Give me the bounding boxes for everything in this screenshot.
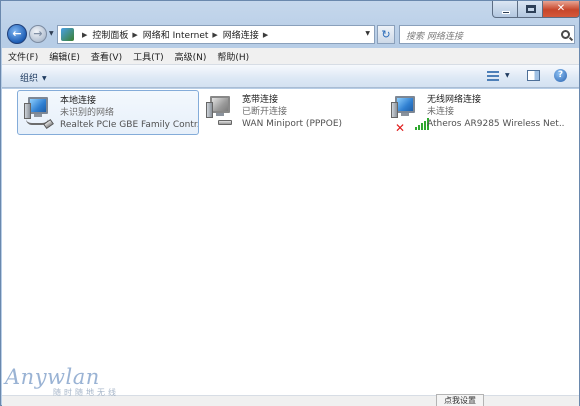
maximize-button[interactable] — [517, 1, 543, 18]
connection-name: 宽带连接 — [242, 95, 279, 105]
command-bar: 组织 ▼ ▼ ? — [2, 65, 579, 88]
recent-pages-dropdown[interactable]: ▼ — [49, 30, 54, 37]
control-panel-icon — [61, 28, 74, 41]
connection-wireless[interactable]: ✕ 无线网络连接 未连接 Atheros AR9285 Wireless Net… — [385, 90, 577, 135]
connection-device: WAN Miniport (PPPOE) — [242, 119, 343, 129]
menu-file[interactable]: 文件(F) — [8, 50, 38, 63]
menu-advanced[interactable]: 高级(N) — [175, 50, 207, 63]
minimize-button[interactable] — [492, 1, 518, 18]
preview-pane-icon[interactable] — [527, 70, 540, 81]
connection-broadband[interactable]: 宽带连接 已断开连接 WAN Miniport (PPPOE) — [200, 90, 382, 135]
connection-device: Atheros AR9285 Wireless Net... — [427, 119, 565, 129]
search-placeholder: 搜索 网络连接 — [406, 32, 463, 42]
view-options-dropdown[interactable]: ▼ — [505, 72, 510, 79]
connection-status: 未连接 — [427, 107, 455, 117]
close-icon: ✕ — [556, 3, 566, 14]
organize-button[interactable]: 组织 ▼ — [20, 71, 47, 84]
watermark-logo-text: Anywlan — [5, 365, 100, 389]
chevron-right-icon[interactable]: ▶ — [82, 31, 87, 39]
refresh-icon: ↻ — [381, 28, 391, 41]
maximize-icon — [526, 5, 536, 13]
connection-name: 无线网络连接 — [427, 95, 482, 105]
explorer-window: ✕ ← → ▼ ▶ 控制面板 ▶ 网络和 Internet ▶ 网络连接 ▶ ▼… — [0, 0, 580, 406]
watermark-subtitle: 随时随地无线 — [53, 388, 119, 397]
connection-device: Realtek PCIe GBE Family Contr... — [60, 120, 198, 130]
chevron-right-icon[interactable]: ▶ — [132, 31, 137, 39]
change-view-icon[interactable] — [487, 71, 499, 81]
breadcrumb-network-connections[interactable]: 网络连接 — [223, 28, 259, 41]
forward-button[interactable]: → — [29, 25, 47, 43]
menu-view[interactable]: 查看(V) — [91, 50, 122, 63]
help-icon[interactable]: ? — [554, 69, 567, 82]
connection-status: 已断开连接 — [242, 107, 288, 117]
search-icon[interactable] — [561, 30, 570, 39]
connection-name: 本地连接 — [60, 96, 97, 106]
connection-local-area[interactable]: 本地连接 未识别的网络 Realtek PCIe GBE Family Cont… — [17, 90, 199, 135]
menu-tools[interactable]: 工具(T) — [133, 50, 164, 63]
wireless-network-icon: ✕ — [391, 96, 429, 134]
minimize-icon — [502, 11, 510, 14]
close-button[interactable]: ✕ — [542, 1, 580, 18]
address-dropdown-icon[interactable]: ▼ — [365, 30, 370, 37]
forward-arrow-icon: → — [33, 27, 43, 40]
connection-status: 未识别的网络 — [60, 108, 115, 118]
refresh-button[interactable]: ↻ — [377, 25, 395, 44]
menu-edit[interactable]: 编辑(E) — [49, 50, 80, 63]
chevron-right-icon[interactable]: ▶ — [263, 31, 268, 39]
search-input[interactable]: 搜索 网络连接 — [399, 25, 575, 44]
organize-label: 组织 — [20, 74, 39, 84]
connections-list: 本地连接 未识别的网络 Realtek PCIe GBE Family Cont… — [2, 89, 579, 395]
address-bar[interactable]: ▶ 控制面板 ▶ 网络和 Internet ▶ 网络连接 ▶ ▼ — [57, 25, 375, 44]
settings-tab-button[interactable]: 点我设置 — [436, 394, 484, 406]
disconnected-x-icon: ✕ — [395, 121, 406, 135]
chevron-down-icon: ▼ — [42, 75, 47, 82]
back-button[interactable]: ← — [7, 24, 27, 44]
broadband-icon — [206, 96, 236, 128]
back-arrow-icon: ← — [12, 27, 22, 40]
watermark-logo: Anywlan 随时随地无线 — [5, 366, 119, 398]
wired-network-icon — [24, 97, 54, 130]
breadcrumb-network-internet[interactable]: 网络和 Internet — [143, 28, 209, 41]
breadcrumb: ▶ 控制面板 ▶ 网络和 Internet ▶ 网络连接 ▶ — [78, 26, 273, 43]
breadcrumb-control-panel[interactable]: 控制面板 — [92, 28, 128, 41]
menu-bar: 文件(F) 编辑(E) 查看(V) 工具(T) 高级(N) 帮助(H) — [2, 48, 579, 65]
chevron-right-icon[interactable]: ▶ — [212, 31, 217, 39]
menu-help[interactable]: 帮助(H) — [217, 50, 249, 63]
